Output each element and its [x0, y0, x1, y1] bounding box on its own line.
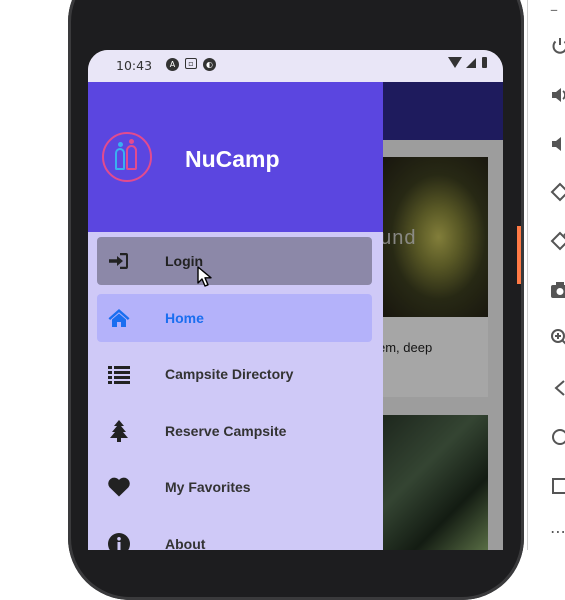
emulator-toolbar: – ⋯: [540, 0, 565, 550]
phone-screen: ound em, deep e 10:43 A ▫ ◐ Nu: [88, 50, 503, 550]
battery-icon: [482, 57, 487, 68]
overview-icon[interactable]: [550, 476, 565, 496]
drawer-item-about[interactable]: About: [97, 520, 372, 550]
status-bar: 10:43 A ▫ ◐: [88, 50, 503, 82]
drawer-item-label: My Favorites: [165, 479, 251, 495]
drawer-item-my-favorites[interactable]: My Favorites: [97, 463, 372, 511]
drawer-item-label: Campsite Directory: [165, 366, 294, 382]
camera-icon[interactable]: [550, 280, 565, 300]
more-icon[interactable]: ⋯: [550, 522, 565, 542]
info-icon: [108, 533, 130, 550]
navigation-drawer: NuCamp Login Home Campsite Directory Res…: [88, 82, 383, 550]
drawer-item-label: About: [165, 536, 206, 550]
wifi-icon: [448, 57, 462, 68]
status-time: 10:43: [116, 58, 153, 73]
minimize-button[interactable]: –: [550, 0, 565, 20]
rotate-right-icon[interactable]: [550, 231, 565, 251]
volume-up-icon[interactable]: [550, 85, 565, 105]
drawer-item-home[interactable]: Home: [97, 294, 372, 342]
home-circle-icon[interactable]: [550, 427, 565, 447]
rotate-left-icon[interactable]: [550, 182, 565, 202]
signal-icon: [466, 57, 476, 68]
app-brand-name: NuCamp: [185, 146, 280, 172]
mouse-cursor-icon: [197, 266, 212, 287]
device-side-button: [517, 226, 521, 284]
emulator-toolbar-divider: [527, 0, 528, 550]
drawer-item-campsite-directory[interactable]: Campsite Directory: [97, 350, 372, 398]
heart-icon: [108, 477, 130, 497]
volume-down-icon[interactable]: [550, 134, 565, 154]
nucamp-logo: [102, 132, 152, 182]
back-icon[interactable]: [550, 378, 565, 398]
home-icon: [108, 309, 130, 327]
drawer-header: NuCamp: [88, 82, 383, 232]
notification-a-icon: A: [166, 58, 179, 71]
list-icon: [108, 366, 130, 384]
login-icon: [109, 253, 128, 269]
power-icon[interactable]: [550, 36, 565, 56]
drawer-item-label: Reserve Campsite: [165, 423, 287, 439]
mail-icon: ▫: [185, 58, 197, 69]
tree-icon: [110, 420, 128, 442]
drawer-item-label: Home: [165, 310, 204, 326]
drawer-item-reserve-campsite[interactable]: Reserve Campsite: [97, 407, 372, 455]
zoom-icon[interactable]: [550, 328, 565, 348]
drawer-item-login[interactable]: Login: [97, 237, 372, 285]
app-icon: ◐: [203, 58, 216, 71]
